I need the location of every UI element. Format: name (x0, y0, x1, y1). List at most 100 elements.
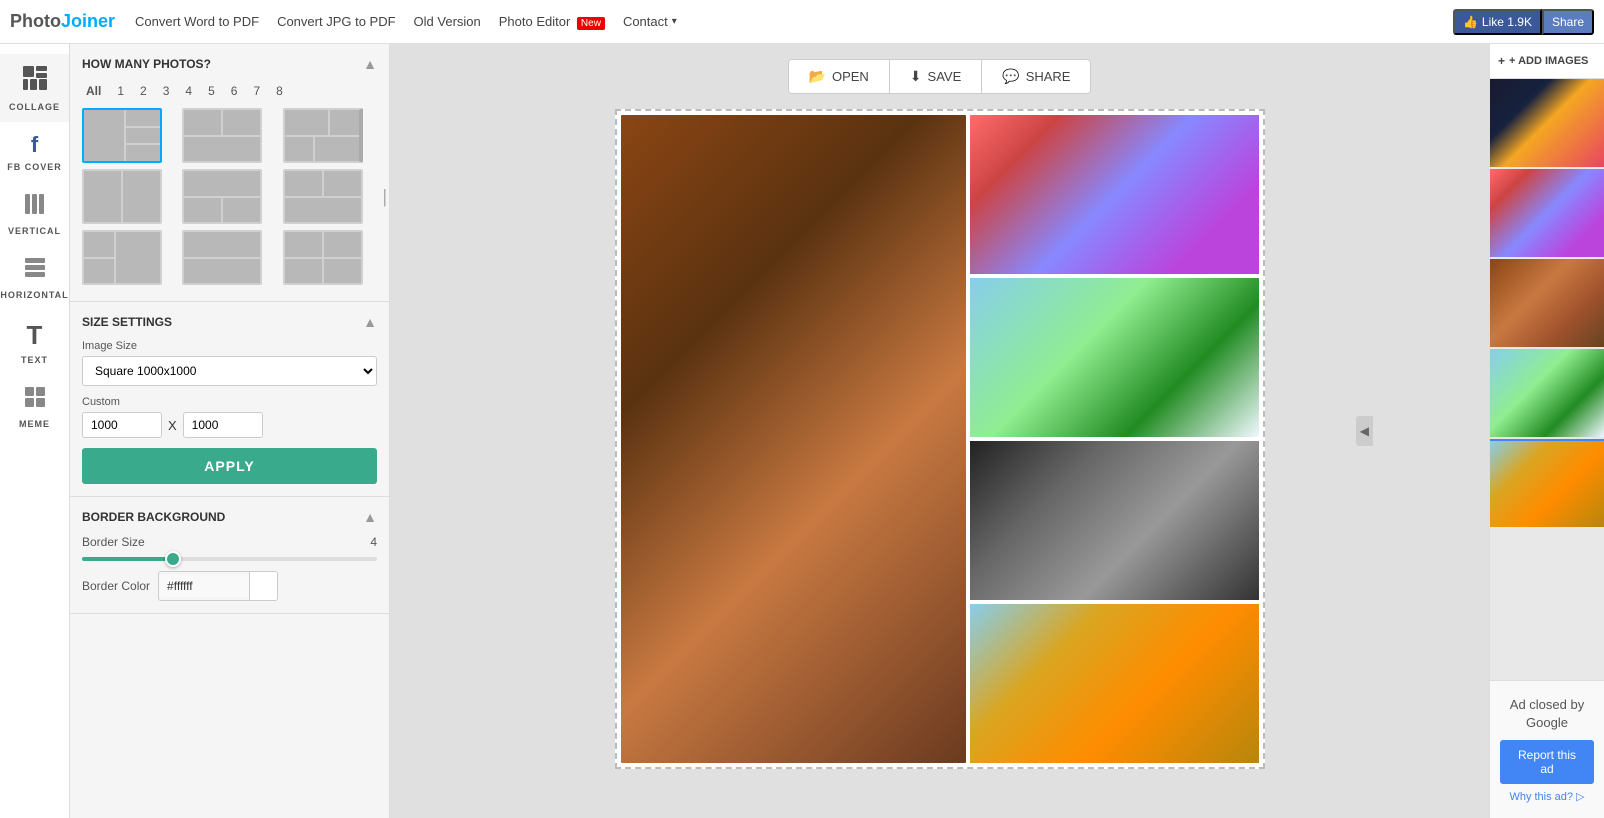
scroll-indicator: | (382, 186, 387, 207)
sidebar-item-meme[interactable]: MEME (0, 375, 69, 439)
ad-panel: Ad closed by Google Report this ad Why t… (1490, 680, 1604, 818)
open-button[interactable]: 📂 OPEN (789, 60, 890, 93)
layout-thumbnails: | (82, 108, 377, 285)
layout-thumb-5[interactable] (182, 169, 262, 224)
x-label: X (168, 418, 177, 433)
main-layout: COLLAGE f FB COVER VERTICAL (0, 44, 1604, 818)
layout-thumb-6[interactable] (283, 169, 363, 224)
horizontal-icon (23, 256, 47, 286)
layout-thumb-2[interactable] (182, 108, 262, 163)
collage-canvas (615, 109, 1265, 769)
sidebar-item-vertical[interactable]: VERTICAL (0, 182, 69, 246)
folder-open-icon: 📂 (809, 68, 826, 85)
nav-photo-editor[interactable]: Photo Editor New (499, 14, 605, 29)
right-thumbnail-list (1490, 79, 1604, 680)
count-7-button[interactable]: 7 (249, 82, 264, 100)
size-collapse-icon: ▲ (363, 314, 377, 330)
count-4-button[interactable]: 4 (181, 82, 196, 100)
vertical-label: VERTICAL (8, 226, 61, 236)
count-6-button[interactable]: 6 (227, 82, 242, 100)
size-settings-title: SIZE SETTINGS (82, 315, 172, 329)
meme-label: MEME (19, 419, 50, 429)
photo-cell-1[interactable] (621, 115, 967, 763)
border-background-section: BORDER BACKGROUND ▲ Border Size 4 Border… (70, 497, 389, 614)
border-size-slider[interactable] (82, 557, 377, 561)
right-panel-collapse-button[interactable]: ◀ (1356, 416, 1373, 446)
border-size-label: Border Size (82, 535, 145, 549)
layout-thumb-3[interactable] (283, 108, 363, 163)
facebook-like-button[interactable]: 👍 Like 1.9K (1453, 9, 1542, 35)
nav-old-version[interactable]: Old Version (414, 14, 481, 29)
border-size-row: Border Size 4 (82, 535, 377, 549)
color-input-box: #ffffff (158, 571, 278, 601)
right-thumb-2[interactable] (1490, 169, 1604, 259)
count-all-button[interactable]: All (82, 82, 105, 100)
border-color-row: Border Color #ffffff (82, 571, 377, 601)
photo-cell-2[interactable] (970, 115, 1258, 274)
layout-thumb-4[interactable] (82, 169, 162, 224)
photo-cell-3[interactable] (970, 278, 1258, 437)
new-badge: New (577, 17, 605, 30)
sidebar-item-fb-cover[interactable]: f FB COVER (0, 122, 69, 182)
layout-thumb-8[interactable] (182, 230, 262, 285)
how-many-photos-section: HOW MANY PHOTOS? ▲ All 1 2 3 4 5 6 7 8 (70, 44, 389, 302)
facebook-share-button[interactable]: Share (1542, 9, 1594, 35)
nav-links: Convert Word to PDF Convert JPG to PDF O… (135, 14, 677, 29)
custom-height-input[interactable] (183, 412, 263, 438)
nav-convert-jpg[interactable]: Convert JPG to PDF (277, 14, 395, 29)
text-icon: T (27, 320, 43, 351)
custom-width-input[interactable] (82, 412, 162, 438)
collage-icon (21, 64, 49, 98)
ad-closed-text: Ad closed by Google (1500, 696, 1594, 732)
horizontal-label: HORIZONTAL (0, 290, 68, 300)
custom-label: Custom (82, 396, 377, 408)
image-size-select[interactable]: Square 1000x1000 (82, 356, 377, 386)
color-hex-value[interactable]: #ffffff (159, 575, 249, 597)
apply-button[interactable]: APPLY (82, 448, 377, 484)
count-5-button[interactable]: 5 (204, 82, 219, 100)
right-column (970, 115, 1258, 763)
sidebar-item-horizontal[interactable]: HORIZONTAL (0, 246, 69, 310)
sidebar-item-text[interactable]: T TEXT (0, 310, 69, 375)
save-button[interactable]: ⬇ SAVE (890, 60, 982, 93)
right-thumb-5[interactable] (1490, 439, 1604, 529)
layout-thumb-1[interactable] (82, 108, 162, 163)
plus-icon: + (1498, 54, 1505, 68)
brand-joiner: Joiner (61, 11, 115, 32)
custom-size-row: X (82, 412, 377, 438)
right-thumb-1[interactable] (1490, 79, 1604, 169)
layout-thumb-9[interactable] (283, 230, 363, 285)
custom-size-group: Custom X (82, 396, 377, 438)
count-8-button[interactable]: 8 (272, 82, 287, 100)
count-2-button[interactable]: 2 (136, 82, 151, 100)
right-thumb-4[interactable] (1490, 349, 1604, 439)
meme-icon (23, 385, 47, 415)
count-3-button[interactable]: 3 (159, 82, 174, 100)
report-ad-button[interactable]: Report this ad (1500, 740, 1594, 784)
size-settings-header[interactable]: SIZE SETTINGS ▲ (82, 314, 377, 330)
nav-convert-word[interactable]: Convert Word to PDF (135, 14, 259, 29)
border-color-label: Border Color (82, 579, 150, 593)
left-panel: HOW MANY PHOTOS? ▲ All 1 2 3 4 5 6 7 8 (70, 44, 390, 818)
photo-count-row: All 1 2 3 4 5 6 7 8 (82, 82, 377, 100)
share-button[interactable]: 💬 SHARE (982, 60, 1090, 93)
count-1-button[interactable]: 1 (113, 82, 128, 100)
fb-cover-icon: f (31, 132, 38, 158)
photo-cell-4[interactable] (970, 441, 1258, 600)
text-label: TEXT (21, 355, 48, 365)
how-many-photos-header[interactable]: HOW MANY PHOTOS? ▲ (82, 56, 377, 72)
add-images-button[interactable]: + + ADD IMAGES (1490, 44, 1604, 79)
photo-cell-5[interactable] (970, 604, 1258, 763)
left-sidebar: COLLAGE f FB COVER VERTICAL (0, 44, 70, 818)
nav-contact[interactable]: Contact ▾ (623, 14, 677, 29)
color-swatch[interactable] (249, 572, 277, 600)
facebook-like-area: 👍 Like 1.9K Share (1453, 9, 1594, 35)
layout-thumb-7[interactable] (82, 230, 162, 285)
border-background-header[interactable]: BORDER BACKGROUND ▲ (82, 509, 377, 525)
image-size-group: Image Size Square 1000x1000 (82, 340, 377, 386)
sidebar-item-collage[interactable]: COLLAGE (0, 54, 69, 122)
why-this-ad-link[interactable]: Why this ad? ▷ (1509, 791, 1584, 803)
save-icon: ⬇ (910, 68, 922, 85)
slider-thumb[interactable] (165, 551, 181, 567)
right-thumb-3[interactable] (1490, 259, 1604, 349)
